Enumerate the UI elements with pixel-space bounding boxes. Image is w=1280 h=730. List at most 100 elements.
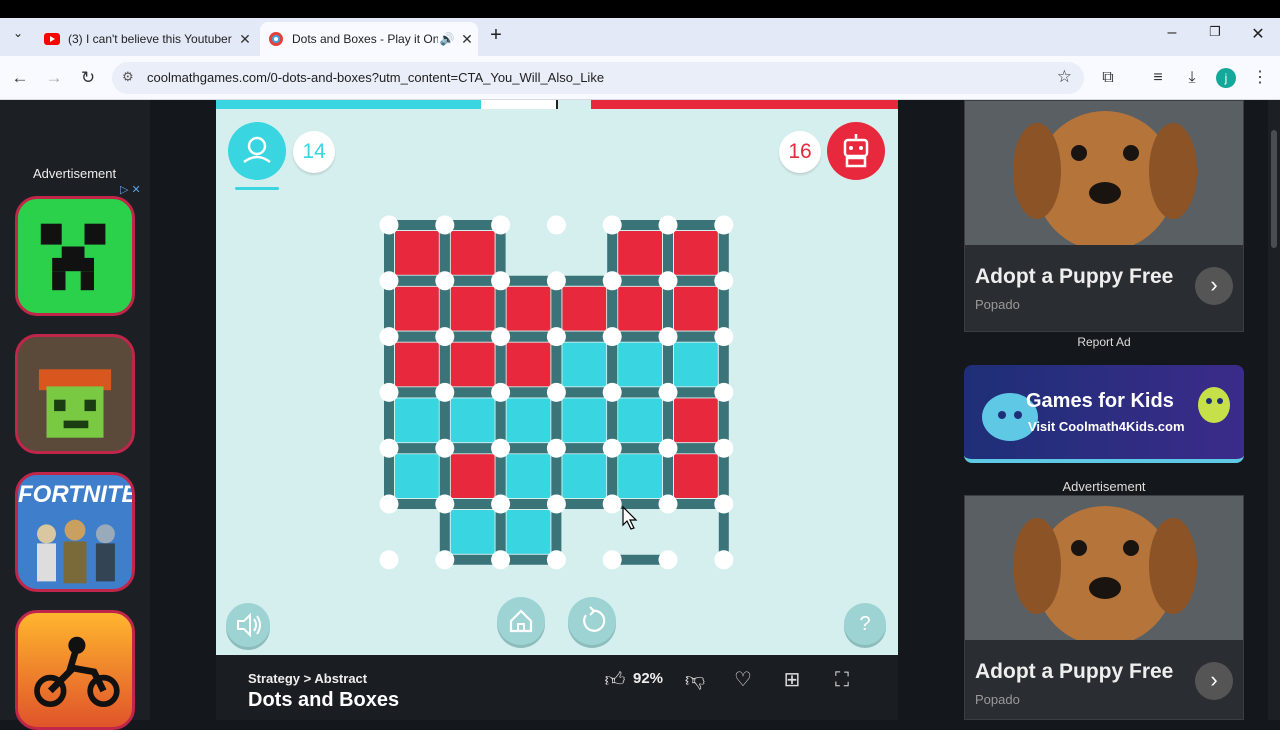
player-box bbox=[618, 398, 662, 443]
game-info-bar: Strategy > Abstract Dots and Boxes 👍︎ 92… bbox=[216, 655, 898, 720]
board-dot bbox=[602, 438, 622, 458]
home-button[interactable] bbox=[497, 597, 545, 645]
breadcrumb-category[interactable]: Strategy bbox=[248, 671, 300, 686]
coolmath-icon bbox=[269, 32, 283, 46]
reload-icon[interactable]: ↻ bbox=[76, 66, 100, 90]
board-dot bbox=[546, 215, 566, 235]
tab-close-icon[interactable]: ✕ bbox=[456, 31, 478, 48]
board-dot bbox=[658, 550, 678, 570]
mouse-cursor-icon bbox=[622, 505, 638, 530]
back-icon[interactable]: ← bbox=[8, 66, 32, 90]
ad-source: Popado bbox=[975, 297, 1020, 312]
address-bar-row: ← → ↻ ⚙ coolmathgames.com/0-dots-and-box… bbox=[0, 56, 1280, 100]
robot-box bbox=[618, 286, 662, 331]
ad-card-puppy-2[interactable]: Adopt a Puppy Free Popado › bbox=[964, 495, 1244, 720]
forward-icon[interactable]: → bbox=[42, 66, 66, 90]
left-ad-rail: Advertisement ▷ ✕ FORTNITE bbox=[0, 100, 150, 730]
banner-title: Games for Kids bbox=[1026, 390, 1174, 412]
report-ad-link[interactable]: Report Ad bbox=[964, 335, 1244, 349]
tab-youtube[interactable]: (3) I can't believe this Youtuber ✕ bbox=[36, 22, 256, 56]
gamepad-icon[interactable]: ⊞ bbox=[779, 667, 805, 693]
restart-button[interactable] bbox=[568, 597, 616, 645]
board-dot bbox=[714, 494, 734, 514]
extensions-icon[interactable]: ⧉ bbox=[1096, 66, 1120, 90]
game-area[interactable]: 14 16 ? bbox=[216, 100, 898, 655]
board-dot bbox=[602, 327, 622, 347]
menu-icon[interactable]: ⋮ bbox=[1248, 66, 1272, 90]
new-tab-icon[interactable]: + bbox=[486, 24, 506, 47]
board-dot bbox=[379, 438, 399, 458]
tab-title: Dots and Boxes - Play it Onl bbox=[292, 32, 438, 46]
ad-source: Popado bbox=[975, 692, 1020, 707]
board-dot bbox=[435, 327, 455, 347]
fullscreen-icon[interactable]: ⛶ bbox=[829, 667, 855, 693]
media-icon[interactable]: ≡ bbox=[1146, 66, 1170, 90]
fortnite-thumb[interactable]: FORTNITE bbox=[15, 472, 135, 592]
player-box bbox=[506, 510, 551, 554]
fortnite-characters-icon bbox=[37, 519, 115, 584]
robot-box bbox=[674, 454, 718, 498]
board-dot bbox=[714, 382, 734, 402]
download-icon[interactable]: ⤓ bbox=[1180, 66, 1204, 90]
window-close-icon[interactable]: ✕ bbox=[1248, 24, 1268, 44]
url-text[interactable]: coolmathgames.com/0-dots-and-boxes?utm_c… bbox=[147, 70, 604, 85]
thumbs-up-icon[interactable]: 👍︎ bbox=[602, 667, 628, 693]
board-dot bbox=[658, 494, 678, 514]
board-dot bbox=[546, 550, 566, 570]
melon-character-icon bbox=[38, 369, 112, 438]
minecraft-thumb[interactable] bbox=[15, 196, 135, 316]
heart-icon[interactable]: ♡ bbox=[730, 667, 756, 693]
home-icon bbox=[509, 609, 533, 633]
board-dot bbox=[714, 215, 734, 235]
page-scrollbar[interactable] bbox=[1268, 100, 1280, 720]
minimize-icon[interactable]: – bbox=[1162, 24, 1182, 42]
games-for-kids-banner[interactable]: Games for Kids Visit Coolmath4Kids.com bbox=[964, 365, 1244, 463]
robot-box bbox=[674, 398, 718, 443]
sound-button[interactable] bbox=[226, 603, 270, 647]
game-board[interactable] bbox=[216, 100, 898, 655]
board-dot bbox=[602, 271, 622, 291]
board-dot bbox=[379, 271, 399, 291]
board-dot bbox=[435, 438, 455, 458]
tab-close-icon[interactable]: ✕ bbox=[234, 31, 256, 48]
motorbike-icon bbox=[34, 636, 120, 708]
robot-box bbox=[395, 286, 439, 331]
board-dot bbox=[546, 494, 566, 514]
ad-card-puppy[interactable]: Adopt a Puppy Free Popado › bbox=[964, 100, 1244, 332]
breadcrumb-subcategory[interactable]: Abstract bbox=[314, 671, 367, 686]
puppy-image bbox=[965, 496, 1243, 646]
help-button[interactable]: ? bbox=[844, 603, 886, 645]
robot-box bbox=[562, 286, 607, 331]
creeper-face-icon bbox=[40, 223, 106, 291]
board-dot bbox=[658, 382, 678, 402]
bookmark-star-icon[interactable]: ☆ bbox=[1057, 67, 1072, 87]
like-percent: 92% bbox=[633, 670, 664, 687]
melon-thumb[interactable] bbox=[15, 334, 135, 454]
player-box bbox=[562, 398, 607, 443]
board-dot bbox=[379, 215, 399, 235]
restore-icon[interactable]: ❐ bbox=[1205, 24, 1225, 40]
site-info-icon[interactable]: ⚙ bbox=[122, 69, 134, 85]
board-dot bbox=[435, 382, 455, 402]
board-dot bbox=[602, 215, 622, 235]
board-dot bbox=[658, 215, 678, 235]
player-box bbox=[562, 454, 607, 498]
ad-label: Advertisement bbox=[1062, 479, 1146, 494]
profile-avatar[interactable]: j bbox=[1216, 68, 1236, 88]
tab-strip: ⌄ (3) I can't believe this Youtuber ✕ Do… bbox=[0, 18, 1280, 56]
chevron-right-icon[interactable]: › bbox=[1195, 662, 1233, 700]
moto-thumb[interactable] bbox=[15, 610, 135, 730]
page-content: Advertisement ▷ ✕ FORTNITE 14 16 ? Strat… bbox=[0, 100, 1280, 730]
player-box bbox=[450, 398, 495, 443]
tab-search-icon[interactable]: ⌄ bbox=[8, 26, 28, 40]
ad-headline: Adopt a Puppy Free bbox=[975, 660, 1174, 683]
scrollbar-thumb[interactable] bbox=[1271, 130, 1277, 248]
player-box bbox=[618, 342, 662, 387]
adchoices-icon[interactable]: ▷ ✕ bbox=[120, 183, 141, 196]
board-dot bbox=[491, 494, 511, 514]
tab-dots-and-boxes[interactable]: Dots and Boxes - Play it Onl 🔊 ✕ bbox=[260, 22, 478, 56]
chevron-right-icon[interactable]: › bbox=[1195, 267, 1233, 305]
speaker-icon[interactable]: 🔊 bbox=[438, 32, 456, 46]
thumbs-down-icon[interactable]: 👎︎ bbox=[682, 667, 708, 693]
omnibox[interactable]: ⚙ coolmathgames.com/0-dots-and-boxes?utm… bbox=[112, 62, 1084, 94]
